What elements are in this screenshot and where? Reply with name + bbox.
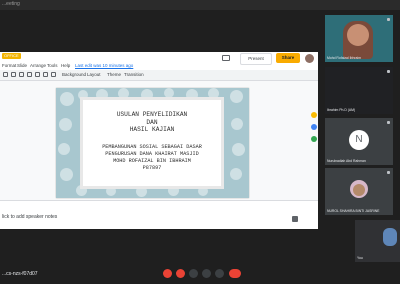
slide-subtitle-line4: P87897 [142, 165, 162, 171]
raise-hand-button[interactable] [202, 269, 211, 278]
meet-control-bar: ...cs-nzs-f07d07 [0, 262, 400, 284]
redo-icon[interactable] [19, 72, 24, 77]
slide-title-line3: HASIL KAJIAN [129, 126, 175, 133]
menu-help[interactable]: Help [61, 63, 70, 68]
slide-title-card: USULAN PENYELIDIKAN DAN HASIL KAJIAN PEM… [80, 97, 224, 189]
transition-button[interactable]: Transition [124, 72, 144, 77]
end-call-button[interactable] [229, 269, 241, 278]
explore-icon[interactable] [292, 216, 298, 222]
window-title: ...eeting [2, 1, 20, 7]
calendar-icon[interactable] [311, 136, 317, 142]
camera-button[interactable] [176, 269, 185, 278]
self-name: You [357, 256, 363, 260]
print-icon[interactable] [27, 72, 32, 77]
slide-subtitle-line3: MOHD ROFAIZAL BIN IBHRAIM [113, 158, 191, 164]
undo-icon[interactable] [11, 72, 16, 77]
theme-button[interactable]: Theme [107, 72, 121, 77]
captions-button[interactable] [189, 269, 198, 278]
comment-icon[interactable] [222, 55, 230, 61]
mic-off-icon [387, 171, 390, 174]
google-slides-window: OFFICE Format Slide Arrange Tools Help L… [0, 52, 318, 229]
background-button[interactable]: Background [62, 72, 86, 77]
mic-off-icon [387, 121, 390, 124]
slide-subtitle-line2: PENGURUSAN DANA KHAIRAT MASJID [105, 151, 199, 157]
zoom-icon[interactable] [35, 72, 40, 77]
add-icon[interactable] [3, 72, 8, 77]
last-edit-link[interactable]: Last edit was 10 minutes ago [75, 63, 133, 68]
menu-format[interactable]: Format [2, 63, 16, 68]
self-photo [383, 228, 397, 246]
present-now-button[interactable] [215, 269, 224, 278]
participant-tile[interactable]: Ibrahim Ph.D (AM) [325, 67, 393, 114]
speaker-notes-placeholder: lick to add speaker notes [2, 214, 58, 220]
account-avatar[interactable] [305, 54, 314, 63]
present-button[interactable]: Present [240, 53, 272, 65]
participant-initial-avatar: N [349, 130, 369, 150]
layout-button[interactable]: Layout [87, 72, 101, 77]
slide-canvas: USULAN PENYELIDIKAN DAN HASIL KAJIAN PEM… [0, 81, 318, 200]
slide-title-line2: DAN [146, 119, 158, 126]
participant-name: Nurulnadiah Abd Rahman [327, 159, 366, 163]
menu-tools[interactable]: Tools [47, 63, 58, 68]
text-box-icon[interactable] [51, 72, 56, 77]
participant-tile[interactable]: Mohd Rofaizal Ibhraim [325, 15, 393, 62]
top-strip: ...eeting [0, 0, 400, 10]
keep-icon[interactable] [311, 112, 317, 118]
participant-tile[interactable]: NUROL SHAHIRA BINTI JASRINE [325, 168, 393, 215]
mic-button[interactable] [163, 269, 172, 278]
participant-name: NUROL SHAHIRA BINTI JASRINE [327, 209, 380, 213]
participant-name: Mohd Rofaizal Ibhraim [327, 56, 361, 60]
meeting-code: ...cs-nzs-f07d07 [2, 271, 38, 277]
office-badge: OFFICE [2, 53, 21, 59]
participant-tile[interactable]: N Nurulnadiah Abd Rahman [325, 118, 393, 165]
menu-slide[interactable]: Slide [17, 63, 27, 68]
slide-title-line1: USULAN PENYELIDIKAN [116, 111, 188, 118]
tasks-icon[interactable] [311, 124, 317, 130]
participant-name: Ibrahim Ph.D (AM) [327, 108, 356, 112]
select-icon[interactable] [43, 72, 48, 77]
current-slide[interactable]: USULAN PENYELIDIKAN DAN HASIL KAJIAN PEM… [56, 88, 249, 198]
mic-off-icon [387, 70, 390, 73]
menu-bar: OFFICE Format Slide Arrange Tools Help L… [0, 52, 318, 70]
self-view-tile[interactable]: You [355, 220, 400, 262]
mic-off-icon [387, 18, 390, 21]
slide-subtitle-line1: PEMBANGUNAN SOSIAL SEBAGAI DASAR [102, 144, 202, 150]
speaker-notes[interactable]: lick to add speaker notes [0, 200, 318, 229]
toolbar: Background Layout Theme Transition [0, 70, 318, 81]
share-button[interactable]: Share [276, 53, 300, 63]
menu-arrange[interactable]: Arrange [30, 63, 46, 68]
